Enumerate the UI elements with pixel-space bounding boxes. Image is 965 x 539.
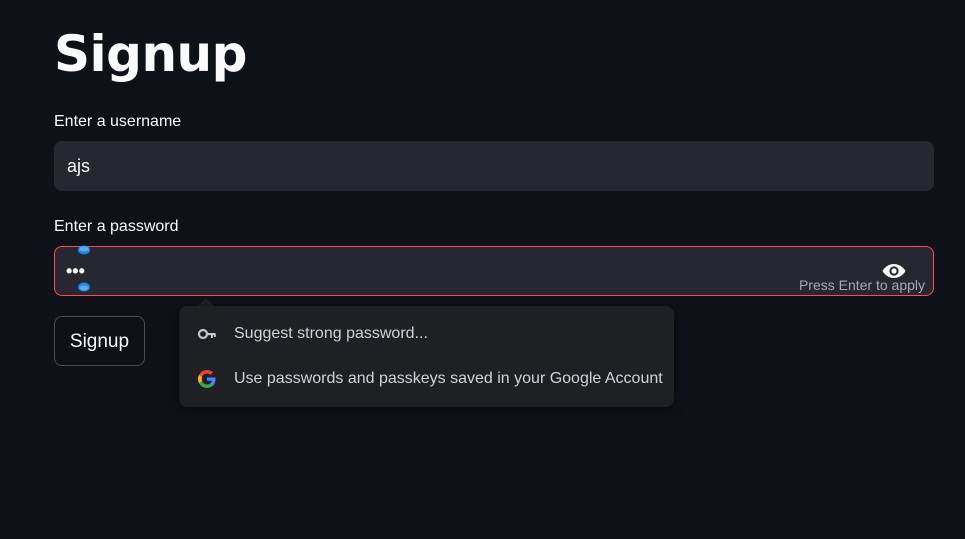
- google-passwords-label: Use passwords and passkeys saved in your…: [234, 370, 663, 387]
- google-icon: [198, 370, 216, 388]
- caret-handle-bottom-icon[interactable]: [78, 282, 90, 292]
- password-masked-value: •••: [66, 261, 85, 281]
- username-label: Enter a username: [54, 113, 182, 130]
- caret-handle-top-icon[interactable]: [78, 245, 90, 255]
- password-field[interactable]: ••• Press Enter to apply: [54, 246, 934, 296]
- username-field[interactable]: ajs: [54, 141, 934, 191]
- username-value: ajs: [67, 156, 91, 176]
- suggest-password-item[interactable]: Suggest strong password...: [179, 314, 674, 354]
- key-icon: [197, 328, 216, 340]
- password-label: Enter a password: [54, 218, 179, 235]
- press-enter-hint: Press Enter to apply: [798, 277, 925, 293]
- password-autofill-popup: Suggest strong password... Use passwords…: [179, 306, 674, 407]
- google-passwords-item[interactable]: Use passwords and passkeys saved in your…: [179, 359, 674, 399]
- signup-page: Signup Enter a username ajs Enter a pass…: [0, 0, 965, 539]
- suggest-password-label: Suggest strong password...: [234, 325, 428, 342]
- signup-button[interactable]: Signup: [54, 316, 145, 366]
- page-title: Signup: [54, 25, 247, 83]
